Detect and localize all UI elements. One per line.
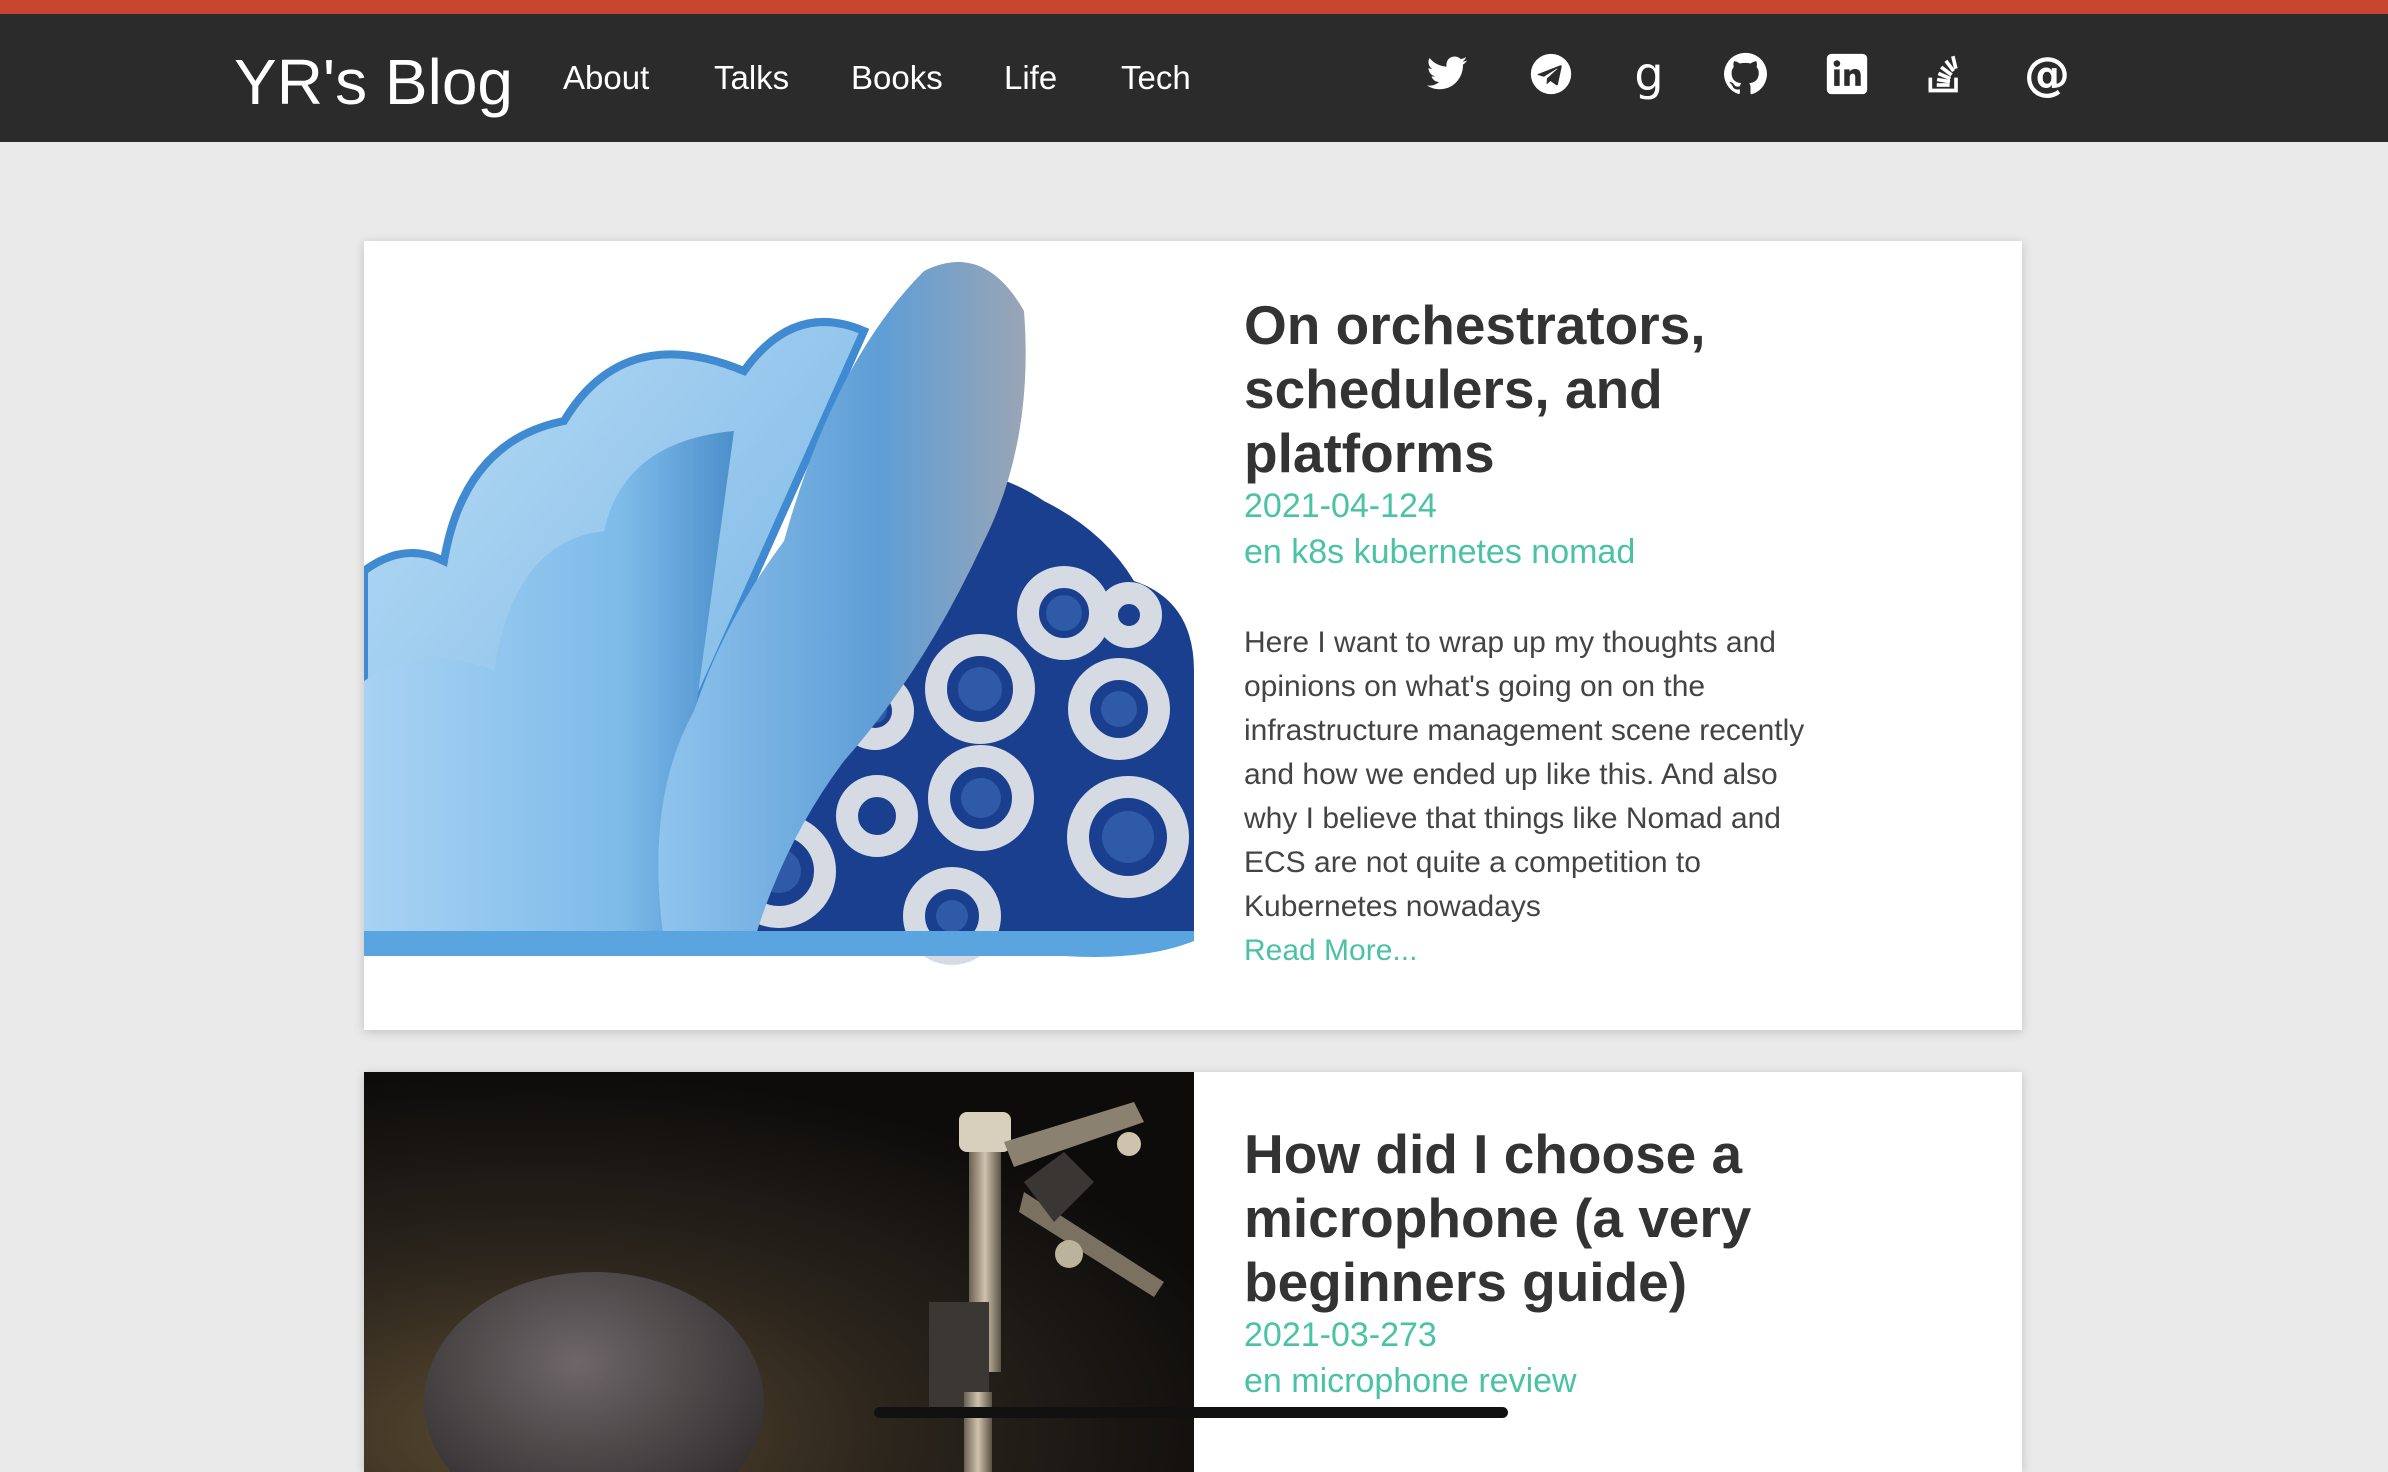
- email-icon[interactable]: @: [2019, 46, 2075, 102]
- post-title-line: platforms: [1244, 422, 1495, 484]
- excerpt-line: infrastructure management scene recently: [1244, 714, 1805, 747]
- nav-link-talks[interactable]: Talks: [714, 56, 789, 100]
- post-title-line: On orchestrators,: [1244, 294, 1706, 356]
- goodreads-icon[interactable]: g: [1621, 46, 1677, 102]
- post-title-line: schedulers, and: [1244, 358, 1663, 420]
- post-date[interactable]: 2021-04-124: [1244, 483, 1964, 529]
- home-indicator-bar: [874, 1407, 1508, 1418]
- stackoverflow-icon[interactable]: [1917, 46, 1973, 102]
- nav-link-life[interactable]: Life: [1004, 56, 1057, 100]
- excerpt-line: Here I want to wrap up my thoughts and: [1244, 626, 1776, 659]
- site-title-link[interactable]: YR's Blog: [234, 42, 513, 122]
- excerpt-line: why I believe that things like Nomad and: [1244, 802, 1781, 835]
- post-tags[interactable]: en k8s kubernetes nomad: [1244, 529, 1964, 575]
- read-more-link[interactable]: Read More...: [1244, 929, 1964, 973]
- post-date[interactable]: 2021-03-273: [1244, 1312, 1964, 1358]
- top-navbar: YR's Blog About Talks Books Life Tech g …: [0, 14, 2388, 142]
- telegram-icon[interactable]: [1523, 46, 1579, 102]
- excerpt-line: and how we ended up like this. And also: [1244, 758, 1778, 791]
- post-image-cloud-gears[interactable]: [364, 241, 1194, 1030]
- nav-link-books[interactable]: Books: [851, 56, 943, 100]
- post-title-link[interactable]: How did I choose a microphone (a very be…: [1244, 1122, 1964, 1314]
- post-excerpt: Here I want to wrap up my thoughts and o…: [1244, 621, 1964, 929]
- excerpt-line: ECS are not quite a competition to: [1244, 846, 1701, 879]
- goodreads-glyph: g: [1634, 47, 1664, 101]
- nav-link-tech[interactable]: Tech: [1121, 56, 1191, 100]
- excerpt-line: Kubernetes nowadays: [1244, 890, 1541, 923]
- top-accent-bar: [0, 0, 2388, 14]
- post-body: On orchestrators, schedulers, and platfo…: [1244, 241, 1964, 973]
- email-glyph: @: [2024, 47, 2070, 101]
- github-icon[interactable]: [1717, 46, 1773, 102]
- linkedin-icon[interactable]: [1819, 46, 1875, 102]
- twitter-icon[interactable]: [1419, 46, 1475, 102]
- nav-link-about[interactable]: About: [563, 56, 649, 100]
- excerpt-line: opinions on what's going on on the: [1244, 670, 1706, 703]
- post-title-line: beginners guide): [1244, 1251, 1688, 1313]
- post-title-link[interactable]: On orchestrators, schedulers, and platfo…: [1244, 293, 1964, 485]
- post-title-line: microphone (a very: [1244, 1187, 1752, 1249]
- post-title-line: How did I choose a: [1244, 1123, 1743, 1185]
- post-card: On orchestrators, schedulers, and platfo…: [364, 241, 2022, 1030]
- post-body: How did I choose a microphone (a very be…: [1244, 1072, 1964, 1404]
- post-tags[interactable]: en microphone review: [1244, 1358, 1964, 1404]
